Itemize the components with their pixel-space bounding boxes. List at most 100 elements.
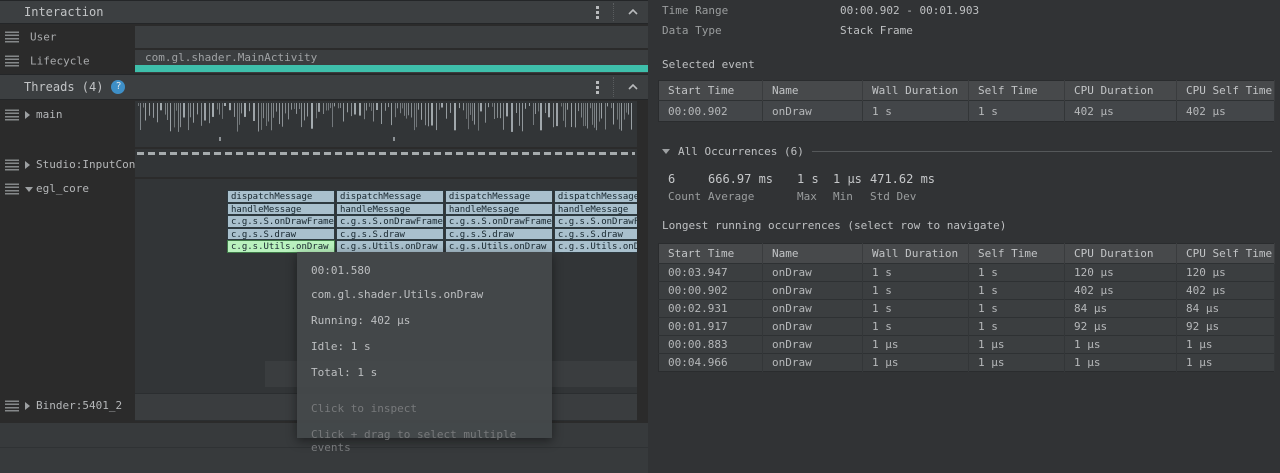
activity-lifecycle-bar[interactable] bbox=[135, 65, 648, 72]
expand-triangle-icon[interactable] bbox=[25, 111, 30, 119]
table-row[interactable]: 00:04.966onDraw1 µs1 µs1 µs1 µs bbox=[659, 354, 1275, 372]
interaction-title: Interaction bbox=[24, 5, 103, 19]
table-cell: 1 s bbox=[969, 318, 1065, 336]
thread-row-main[interactable]: main bbox=[0, 107, 135, 123]
occurrence-stats: 6 Count 666.97 ms Average 1 s Max 1 µs M… bbox=[664, 172, 935, 203]
table-cell: 402 µs bbox=[1065, 101, 1177, 122]
lifecycle-track[interactable]: com.gl.shader.MainActivity bbox=[135, 50, 648, 73]
table-row[interactable]: 00:02.931onDraw1 s1 s84 µs84 µs bbox=[659, 300, 1275, 318]
thread-name: Binder:5401_2 bbox=[36, 398, 122, 414]
kebab-menu-icon[interactable] bbox=[596, 6, 599, 19]
table-row[interactable]: 00:03.947onDraw1 s1 s120 µs120 µs bbox=[659, 264, 1275, 282]
table-cell: 1 µs bbox=[863, 354, 969, 372]
column-header[interactable]: Start Time bbox=[659, 81, 763, 101]
tooltip-stat-line: Idle: 1 s bbox=[311, 340, 538, 353]
flame-frame[interactable]: handleMessage bbox=[227, 203, 335, 216]
expand-triangle-icon[interactable] bbox=[25, 402, 30, 410]
threads-section-header[interactable]: Threads (4) ? bbox=[0, 74, 648, 100]
table-cell: onDraw bbox=[763, 354, 863, 372]
expand-triangle-icon[interactable] bbox=[25, 161, 30, 169]
flame-frame[interactable]: dispatchMessage bbox=[227, 190, 335, 203]
trace-event-mark bbox=[393, 137, 395, 141]
flame-frame[interactable]: c.g.s.S.draw bbox=[445, 228, 553, 241]
column-header[interactable]: Start Time bbox=[659, 244, 763, 264]
flame-frame[interactable]: c.g.s.S.draw bbox=[336, 228, 444, 241]
user-events-row: User bbox=[0, 25, 648, 48]
column-header[interactable]: CPU Self Time bbox=[1177, 81, 1275, 101]
help-icon[interactable]: ? bbox=[111, 80, 125, 94]
table-cell: 120 µs bbox=[1065, 264, 1177, 282]
table-cell: 1 µs bbox=[1065, 354, 1177, 372]
column-header[interactable]: CPU Duration bbox=[1065, 81, 1177, 101]
collapse-triangle-icon[interactable] bbox=[25, 187, 33, 192]
thread-row-binder[interactable]: Binder:5401_2 bbox=[0, 398, 135, 414]
table-cell: 1 s bbox=[863, 282, 969, 300]
collapse-triangle-icon[interactable] bbox=[662, 149, 670, 154]
drag-handle-icon[interactable] bbox=[5, 160, 19, 171]
input-thread-state-chart[interactable] bbox=[137, 152, 635, 155]
column-header[interactable]: Wall Duration bbox=[863, 81, 969, 101]
table-cell: 402 µs bbox=[1065, 282, 1177, 300]
flame-frame[interactable]: handleMessage bbox=[445, 203, 553, 216]
table-cell: 92 µs bbox=[1065, 318, 1177, 336]
table-row[interactable]: 00:00.883onDraw1 µs1 µs1 µs1 µs bbox=[659, 336, 1275, 354]
stat-value: 1 µs bbox=[833, 172, 866, 186]
collapse-chevron-icon[interactable] bbox=[628, 9, 638, 15]
drag-handle-icon[interactable] bbox=[5, 56, 19, 67]
table-row[interactable]: 00:01.917onDraw1 s1 s92 µs92 µs bbox=[659, 318, 1275, 336]
interaction-header-actions bbox=[596, 1, 638, 23]
thread-name: egl_core bbox=[36, 181, 89, 197]
column-header[interactable]: Self Time bbox=[969, 244, 1065, 264]
thread-row-egl-core[interactable]: egl_core bbox=[0, 181, 135, 197]
drag-handle-icon[interactable] bbox=[5, 110, 19, 121]
tooltip-timestamp: 00:01.580 bbox=[311, 264, 538, 277]
flame-frame[interactable]: handleMessage bbox=[336, 203, 444, 216]
column-header[interactable]: CPU Duration bbox=[1065, 244, 1177, 264]
tooltip-stat-line: Total: 1 s bbox=[311, 366, 538, 379]
user-row-label: User bbox=[30, 30, 57, 43]
table-row[interactable]: 00:00.902onDraw1 s1 s402 µs402 µs bbox=[659, 101, 1275, 122]
collapse-chevron-icon[interactable] bbox=[628, 84, 638, 90]
flame-frame[interactable]: c.g.s.S.onDrawFrame bbox=[445, 215, 553, 228]
all-occurrences-header[interactable]: All Occurrences (6) bbox=[662, 145, 1272, 158]
flame-frame[interactable]: c.g.s.S.onDrawFrame bbox=[336, 215, 444, 228]
table-cell: 92 µs bbox=[1177, 318, 1275, 336]
flame-frame[interactable]: dispatchMessage bbox=[445, 190, 553, 203]
data-type-value: Stack Frame bbox=[840, 24, 913, 37]
table-cell: onDraw bbox=[763, 336, 863, 354]
flame-frame[interactable]: c.g.s.S.onDrawFrame bbox=[227, 215, 335, 228]
table-cell: 1 µs bbox=[1065, 336, 1177, 354]
user-row-label-cell: User bbox=[0, 25, 135, 48]
main-thread-trace-chart[interactable] bbox=[137, 103, 635, 133]
drag-handle-icon[interactable] bbox=[5, 184, 19, 195]
data-type-row: Data Type Stack Frame bbox=[662, 24, 913, 37]
column-header[interactable]: Name bbox=[763, 244, 863, 264]
drag-handle-icon[interactable] bbox=[5, 401, 19, 412]
column-header[interactable]: Name bbox=[763, 81, 863, 101]
interaction-section-header[interactable]: Interaction bbox=[0, 0, 648, 24]
table-cell: 1 µs bbox=[863, 336, 969, 354]
header-divider bbox=[613, 3, 614, 21]
flame-frame[interactable]: c.g.s.S.draw bbox=[227, 228, 335, 241]
table-cell: 00:00.902 bbox=[659, 101, 763, 122]
table-cell: onDraw bbox=[763, 264, 863, 282]
kebab-menu-icon[interactable] bbox=[596, 81, 599, 94]
section-rule bbox=[812, 151, 1272, 152]
table-row[interactable]: 00:00.902onDraw1 s1 s402 µs402 µs bbox=[659, 282, 1275, 300]
column-header[interactable]: CPU Self Time bbox=[1177, 244, 1275, 264]
table-cell: 402 µs bbox=[1177, 101, 1275, 122]
table-header-row: Start TimeNameWall DurationSelf TimeCPU … bbox=[659, 81, 1275, 101]
drag-handle-icon[interactable] bbox=[5, 31, 19, 42]
user-events-track[interactable] bbox=[135, 26, 648, 48]
table-cell: 1 s bbox=[969, 282, 1065, 300]
selected-event-table: Start TimeNameWall DurationSelf TimeCPU … bbox=[658, 80, 1275, 122]
stat-label: Average bbox=[708, 190, 793, 203]
column-header[interactable]: Wall Duration bbox=[863, 244, 969, 264]
threads-header-actions bbox=[596, 75, 638, 99]
flame-frame[interactable]: dispatchMessage bbox=[336, 190, 444, 203]
timeline-panel: Interaction User Lifecycle com.gl bbox=[0, 0, 648, 473]
stat-average: 666.97 ms Average bbox=[704, 172, 793, 203]
header-divider bbox=[613, 77, 614, 97]
column-header[interactable]: Self Time bbox=[969, 81, 1065, 101]
thread-row-studio-inputcon[interactable]: Studio:InputCon bbox=[0, 157, 135, 173]
